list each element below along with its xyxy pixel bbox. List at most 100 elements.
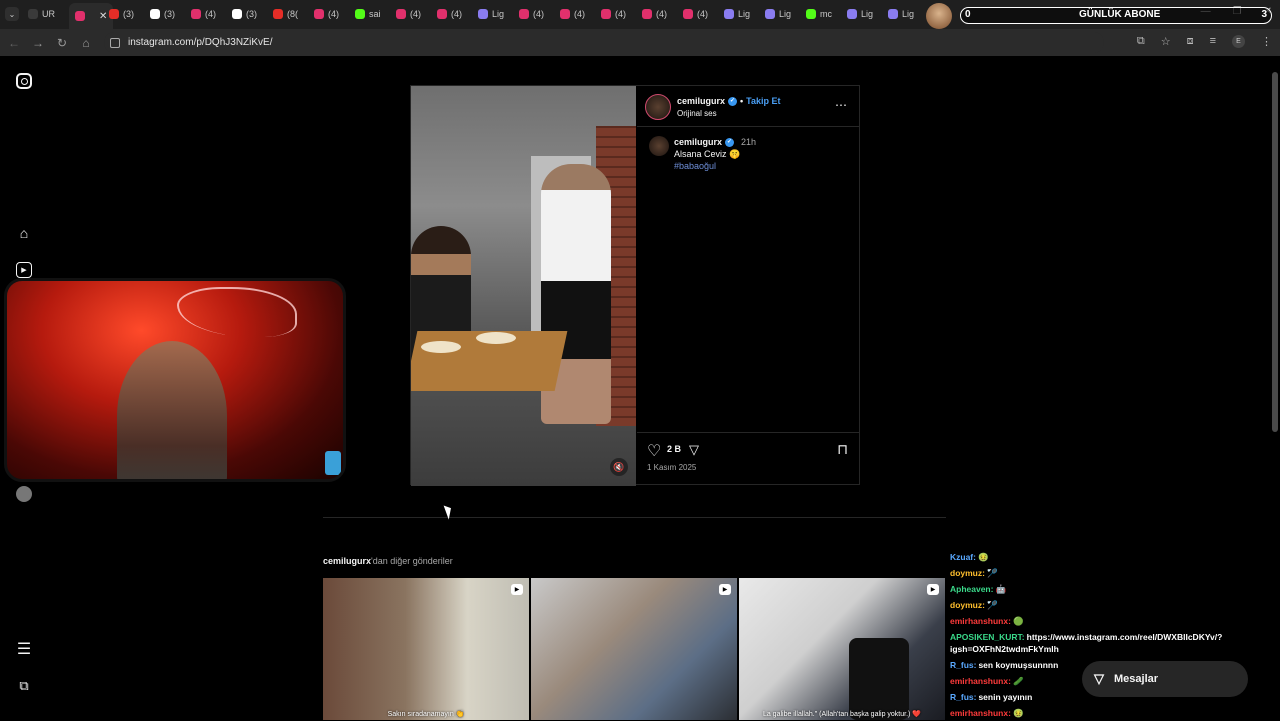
sub-goal-label: GÜNLÜK ABONE: [1079, 9, 1161, 20]
tab-favicon-icon: [806, 9, 816, 19]
verified-badge-icon: ✓: [728, 96, 738, 106]
browser-tab[interactable]: (8(: [273, 5, 298, 23]
tab-close-icon[interactable]: ✕: [99, 11, 107, 22]
browser-tab[interactable]: sai: [355, 5, 381, 23]
chat-username: doymuz:: [950, 568, 985, 578]
tab-label: (4): [615, 9, 626, 19]
more-options-icon[interactable]: ⋯: [835, 98, 848, 112]
share-icon[interactable]: ▽: [689, 442, 699, 458]
browser-tab[interactable]: (4): [519, 5, 544, 23]
tab-favicon-icon: [75, 11, 85, 21]
hashtag-link[interactable]: #babaoğul: [674, 161, 716, 171]
scrollbar-thumb[interactable]: [1272, 72, 1278, 432]
tab-label: Lig: [861, 9, 874, 19]
author-avatar[interactable]: [645, 94, 671, 120]
more-post-thumb[interactable]: ▶ La galibe illallah." (Allah'tan başka …: [739, 578, 945, 720]
divider: [637, 432, 860, 433]
chat-text: 🤖: [995, 584, 1007, 594]
tab-favicon-icon: [847, 9, 857, 19]
sub-goal-bar: 0 GÜNLÜK ABONE 3: [960, 7, 1272, 24]
chat-username: R_fus:: [950, 660, 977, 670]
site-info-icon[interactable]: [110, 37, 120, 48]
more-posts-username[interactable]: cemilugurx: [323, 556, 371, 566]
more-post-thumb[interactable]: ▶: [531, 578, 737, 720]
tab-favicon-icon: [888, 9, 898, 19]
url-text[interactable]: instagram.com/p/DQhJ3NZiKvE/: [128, 37, 273, 48]
profile-avatar-sidebar[interactable]: [16, 486, 32, 502]
browser-tab[interactable]: (3): [232, 5, 257, 23]
browser-tab[interactable]: mc: [806, 5, 832, 23]
author-username[interactable]: cemilugurx: [677, 96, 725, 106]
home-icon[interactable]: ⌂: [74, 36, 98, 50]
browser-tab[interactable]: (4): [560, 5, 585, 23]
more-posts-suffix: 'dan diğer gönderiler: [371, 556, 453, 566]
browser-tab[interactable]: (3): [150, 5, 175, 23]
messages-button[interactable]: ▽ Mesajlar: [1082, 661, 1248, 697]
tab-label: (4): [533, 9, 544, 19]
chat-message: doymuz: 🏸: [950, 565, 1250, 581]
tab-favicon-icon: [642, 9, 652, 19]
browser-tab[interactable]: (4): [191, 5, 216, 23]
browser-tab[interactable]: (4): [683, 5, 708, 23]
bookmark-star-icon[interactable]: ☆: [1161, 35, 1171, 48]
chat-username: doymuz:: [950, 600, 985, 610]
tab-label: mc: [820, 9, 832, 19]
browser-tab[interactable]: (3): [109, 5, 134, 23]
tab-favicon-icon: [314, 9, 324, 19]
mute-icon[interactable]: 🔇: [610, 458, 628, 476]
instagram-logo-icon[interactable]: [16, 73, 32, 89]
chat-username: emirhanshunx:: [950, 708, 1011, 718]
browser-tab[interactable]: Lig: [765, 5, 791, 23]
browser-tab[interactable]: (4): [437, 5, 462, 23]
extensions-icon[interactable]: ⧈: [1187, 35, 1194, 48]
tab-favicon-icon: [519, 9, 529, 19]
tab-favicon-icon: [683, 9, 693, 19]
tab-search-icon[interactable]: ⌄: [5, 7, 19, 21]
browser-menu-icon[interactable]: ⋮: [1261, 35, 1272, 48]
install-app-icon[interactable]: ⧉: [1137, 35, 1145, 48]
home-icon[interactable]: ⌂: [16, 225, 32, 241]
reels-icon[interactable]: ▶: [16, 262, 32, 278]
profile-avatar[interactable]: E: [1232, 35, 1245, 48]
audio-label[interactable]: Orijinal ses: [677, 109, 717, 118]
forward-icon[interactable]: →: [26, 36, 50, 50]
follow-button[interactable]: Takip Et: [746, 96, 780, 106]
tab-favicon-icon: [560, 9, 570, 19]
chat-text: 🏸: [986, 600, 998, 610]
address-bar[interactable]: instagram.com/p/DQhJ3NZiKvE/: [104, 32, 1104, 53]
caption-header: cemilugurx ✓ 21h: [674, 137, 756, 147]
browser-tab[interactable]: Lig: [888, 5, 914, 23]
caption-username[interactable]: cemilugurx: [674, 137, 722, 147]
browser-tab[interactable]: UR: [28, 5, 55, 23]
media-control-icon[interactable]: ≡: [1210, 35, 1216, 48]
also-from-meta-icon[interactable]: ⧉: [16, 678, 32, 694]
reload-icon[interactable]: ↻: [50, 36, 74, 50]
tab-label: (3): [123, 9, 134, 19]
like-count[interactable]: 2 B: [667, 444, 681, 454]
sub-goal-target: 3: [1261, 9, 1267, 20]
save-bookmark-icon[interactable]: ⊓: [837, 441, 848, 458]
browser-tab[interactable]: Lig: [478, 5, 504, 23]
post-video[interactable]: 🔇: [411, 86, 636, 486]
browser-tab[interactable]: (4): [396, 5, 421, 23]
more-post-thumb[interactable]: ▶ Sakın sıradanamayın 👏: [323, 578, 529, 720]
caption-avatar[interactable]: [649, 136, 669, 156]
tab-label: (8(: [287, 9, 298, 19]
browser-tab[interactable]: (4): [314, 5, 339, 23]
back-icon[interactable]: ←: [2, 36, 26, 50]
chat-username: APOSIKEN_KURT:: [950, 632, 1025, 642]
chat-text: sen koymuşsunnnn: [978, 660, 1059, 670]
page-scrollbar[interactable]: [1272, 62, 1278, 720]
hamburger-menu-icon[interactable]: ☰: [16, 641, 32, 658]
browser-tab[interactable]: Lig: [847, 5, 873, 23]
browser-tab[interactable]: Lig: [724, 5, 750, 23]
messages-send-icon: ▽: [1094, 671, 1104, 686]
browser-tab[interactable]: (4): [642, 5, 667, 23]
like-heart-icon[interactable]: ♡: [647, 441, 661, 461]
chat-text: 🟢: [1012, 616, 1024, 626]
chat-username: Kzuaf:: [950, 552, 976, 562]
chat-message: emirhanshunx: 🤢: [950, 705, 1250, 721]
browser-tab[interactable]: (4): [601, 5, 626, 23]
verified-badge-icon: ✓: [725, 137, 735, 147]
browser-tab[interactable]: ✕: [69, 3, 114, 29]
